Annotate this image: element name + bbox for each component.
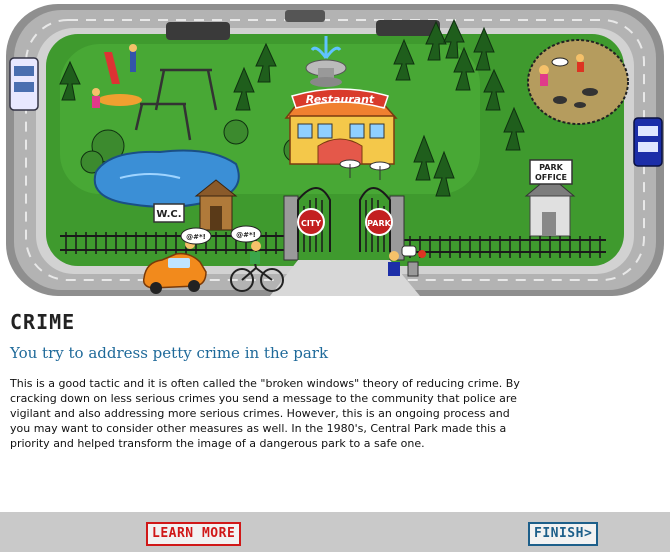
park-scene: Restaurant W.C. PARK OFFICE CITY PARK @#… [0,0,670,300]
bus-left [9,57,39,111]
speech-text-1: @#*! [186,233,206,241]
wc-sign: W.C. [156,209,181,220]
footer-bar: LEARN MORE FINISH> [0,512,670,552]
gate-sign-city: CITY [301,219,321,228]
bus-right [633,117,663,167]
park-illustration: Restaurant W.C. PARK OFFICE CITY PARK @#… [0,0,670,300]
dog-park [527,39,629,125]
learn-more-button[interactable]: LEARN MORE [146,522,242,546]
section-title: CRIME [10,310,76,334]
gate-sign-park: PARK [367,219,391,228]
park-office-sign-line1: PARK [539,163,563,172]
finish-button[interactable]: FINISH> [528,522,599,546]
restaurant-sign: Restaurant [306,93,375,106]
result-panel: CRIME You try to address petty crime in … [0,300,670,512]
speech-text-2: @#*! [236,231,256,239]
park-office-sign-line2: OFFICE [535,173,567,182]
result-body-text: This is a good tactic and it is often ca… [10,377,520,450]
choice-heading: You try to address petty crime in the pa… [10,344,329,362]
